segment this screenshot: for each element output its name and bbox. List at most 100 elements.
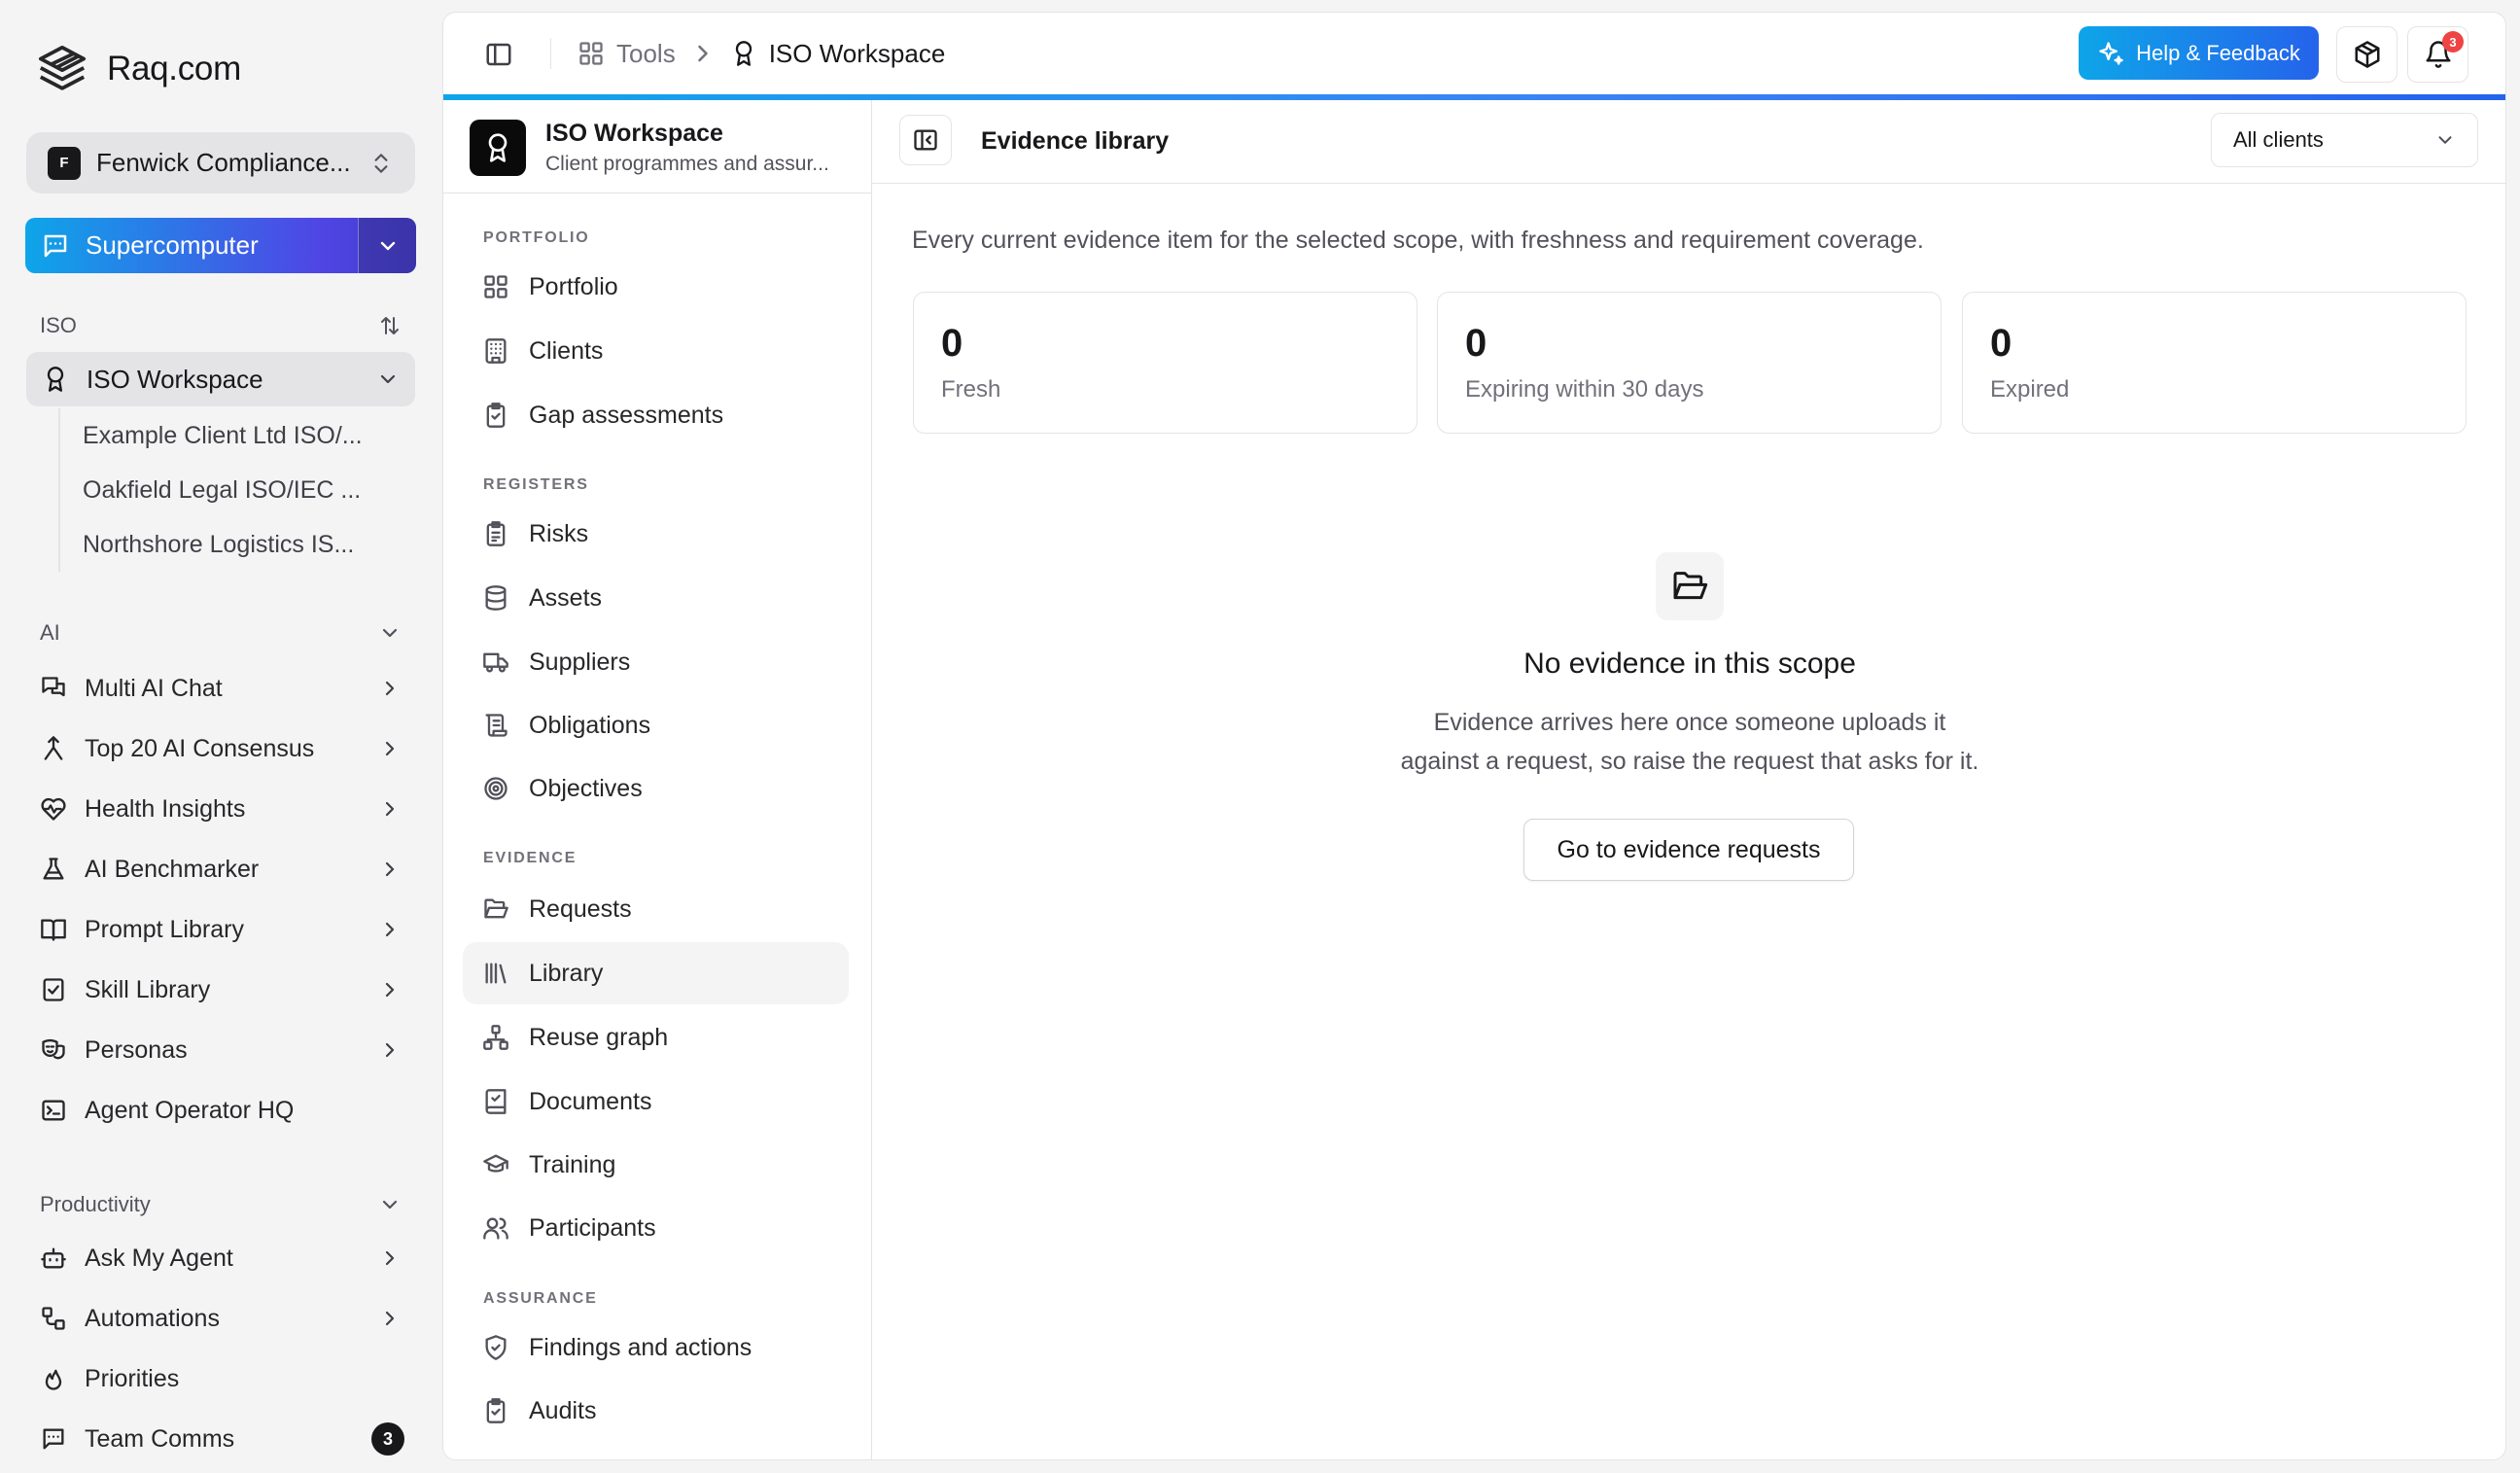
sidebar-item-ai-benchmarker[interactable]: AI Benchmarker [26, 842, 415, 896]
sort-arrows-icon[interactable] [378, 314, 402, 337]
nav-item-label: Gap assessments [529, 401, 724, 429]
nav-item-label: Obligations [529, 711, 651, 739]
stat-value: 0 [1990, 322, 2012, 365]
chevron-right-icon [378, 918, 402, 941]
package-button[interactable] [2336, 26, 2398, 83]
empty-state-icon [1656, 552, 1724, 620]
nav-item-clients[interactable]: Clients [463, 320, 849, 382]
nav-item-audits[interactable]: Audits [463, 1380, 849, 1442]
chat-bubbles-icon [40, 675, 67, 702]
nav-item-participants[interactable]: Participants [463, 1197, 849, 1259]
nav-item-assets[interactable]: Assets [463, 567, 849, 629]
app-sidebar: Raq.com F Fenwick Compliance... Supercom… [0, 0, 442, 1473]
sidebar-item-health-insights[interactable]: Health Insights [26, 782, 415, 836]
org-badge: F [48, 146, 81, 180]
nav-item-reuse-graph[interactable]: Reuse graph [463, 1006, 849, 1069]
chevron-down-icon [376, 234, 400, 258]
nav-item-label: Library [529, 959, 604, 987]
sidebar-item-automations[interactable]: Automations [26, 1291, 415, 1346]
chevron-right-icon [378, 1038, 402, 1062]
chevron-right-icon [378, 677, 402, 700]
chevron-down-icon[interactable] [378, 1193, 402, 1216]
nav-item-label: Clients [529, 336, 604, 365]
empty-state-line: Evidence arrives here once someone uploa… [1433, 709, 1946, 736]
sidebar-item-multi-ai-chat[interactable]: Multi AI Chat [26, 661, 415, 716]
flame-icon [40, 1365, 67, 1392]
chevron-down-icon[interactable] [376, 368, 400, 391]
sidebar-item-prompt-library[interactable]: Prompt Library [26, 902, 415, 957]
chevron-right-icon [378, 1246, 402, 1270]
nav-item-suppliers[interactable]: Suppliers [463, 631, 849, 693]
section-ai[interactable]: AI [40, 620, 402, 646]
breadcrumb: Tools ISO Workspace [578, 32, 945, 75]
nav-item-library[interactable]: Library [463, 942, 849, 1004]
go-to-evidence-requests-button[interactable]: Go to evidence requests [1523, 819, 1854, 881]
breadcrumb-label: ISO Workspace [768, 38, 946, 68]
nav-item-objectives[interactable]: Objectives [463, 757, 849, 820]
empty-state-title: No evidence in this scope [1523, 648, 1856, 680]
sidebar-item-agent-operator-hq[interactable]: Agent Operator HQ [26, 1083, 415, 1138]
group-label-assurance: ASSURANCE [483, 1290, 598, 1307]
section-label: AI [40, 620, 60, 645]
clipboard-check-icon [482, 402, 509, 429]
chevron-down-icon [2434, 129, 2456, 151]
nav-item-obligations[interactable]: Obligations [463, 694, 849, 756]
brand[interactable]: Raq.com [35, 39, 241, 99]
drama-masks-icon [40, 1036, 67, 1064]
breadcrumb-current: ISO Workspace [730, 38, 946, 69]
message-square-icon [41, 231, 70, 261]
sidebar-item-top-20-ai-consensus[interactable]: Top 20 AI Consensus [26, 721, 415, 776]
sidebar-item-label: Health Insights [85, 794, 246, 823]
intro-text: Every current evidence item for the sele… [912, 227, 1924, 254]
bot-icon [40, 1245, 67, 1272]
package-icon [2353, 40, 2382, 69]
workspace-header: ISO Workspace Client programmes and assu… [443, 100, 872, 193]
nav-item-risks[interactable]: Risks [463, 503, 849, 565]
sidebar-subitem[interactable]: Oakfield Legal ISO/IEC ... [60, 463, 399, 517]
workspace-logo [470, 120, 526, 176]
empty-state-line: against a request, so raise the request … [1400, 748, 1979, 775]
graduation-cap-icon [482, 1151, 509, 1178]
client-filter-select[interactable]: All clients [2211, 113, 2478, 167]
chevron-right-icon [378, 858, 402, 881]
sidebar-item-ask-my-agent[interactable]: Ask My Agent [26, 1231, 415, 1285]
sidebar-item-label: Ask My Agent [85, 1244, 233, 1272]
sidebar-toggle-icon[interactable] [484, 40, 513, 69]
nav-item-label: Participants [529, 1213, 656, 1242]
nav-item-documents[interactable]: Documents [463, 1070, 849, 1133]
sidebar-subitem[interactable]: Example Client Ltd ISO/... [60, 408, 399, 463]
nav-item-gap-assessments[interactable]: Gap assessments [463, 384, 849, 446]
supercomputer-button[interactable]: Supercomputer [25, 218, 416, 273]
chevron-down-icon[interactable] [378, 621, 402, 645]
sidebar-item-label: Team Comms [85, 1424, 235, 1453]
sidebar-item-label: Multi AI Chat [85, 674, 223, 702]
sidebar-item-iso-workspace[interactable]: ISO Workspace [26, 352, 415, 406]
supercomputer-dropdown[interactable] [358, 218, 416, 273]
nav-item-requests[interactable]: Requests [463, 878, 849, 940]
nav-item-label: Reuse graph [529, 1023, 669, 1051]
clipboard-list-icon [482, 520, 509, 547]
top-bar: Tools ISO Workspace Help & Feedback 3 [443, 13, 2505, 94]
organization-switcher[interactable]: F Fenwick Compliance... [26, 132, 415, 193]
nav-item-portfolio[interactable]: Portfolio [463, 256, 849, 318]
supercomputer-main[interactable]: Supercomputer [25, 218, 358, 273]
grid-icon [482, 273, 509, 300]
notifications-button[interactable]: 3 [2407, 26, 2468, 83]
stat-card-fresh: 0 Fresh [913, 292, 1418, 434]
section-productivity[interactable]: Productivity [40, 1192, 402, 1217]
sidebar-item-personas[interactable]: Personas [26, 1023, 415, 1077]
collapse-panel-button[interactable] [899, 115, 952, 165]
main-panel: Tools ISO Workspace Help & Feedback 3 IS… [442, 12, 2506, 1460]
sidebar-item-team-comms[interactable]: Team Comms 3 [26, 1412, 415, 1466]
nav-item-findings-and-actions[interactable]: Findings and actions [463, 1316, 849, 1379]
stat-value: 0 [941, 322, 963, 365]
breadcrumb-tools[interactable]: Tools [578, 39, 676, 69]
nav-item-label: Risks [529, 519, 589, 547]
sidebar-subitem[interactable]: Northshore Logistics IS... [60, 517, 399, 572]
flask-icon [40, 856, 67, 883]
sidebar-item-priorities[interactable]: Priorities [26, 1351, 415, 1406]
sidebar-item-skill-library[interactable]: Skill Library [26, 963, 415, 1017]
help-feedback-button[interactable]: Help & Feedback [2079, 26, 2319, 80]
folder-open-icon [482, 895, 509, 923]
nav-item-training[interactable]: Training [463, 1134, 849, 1196]
